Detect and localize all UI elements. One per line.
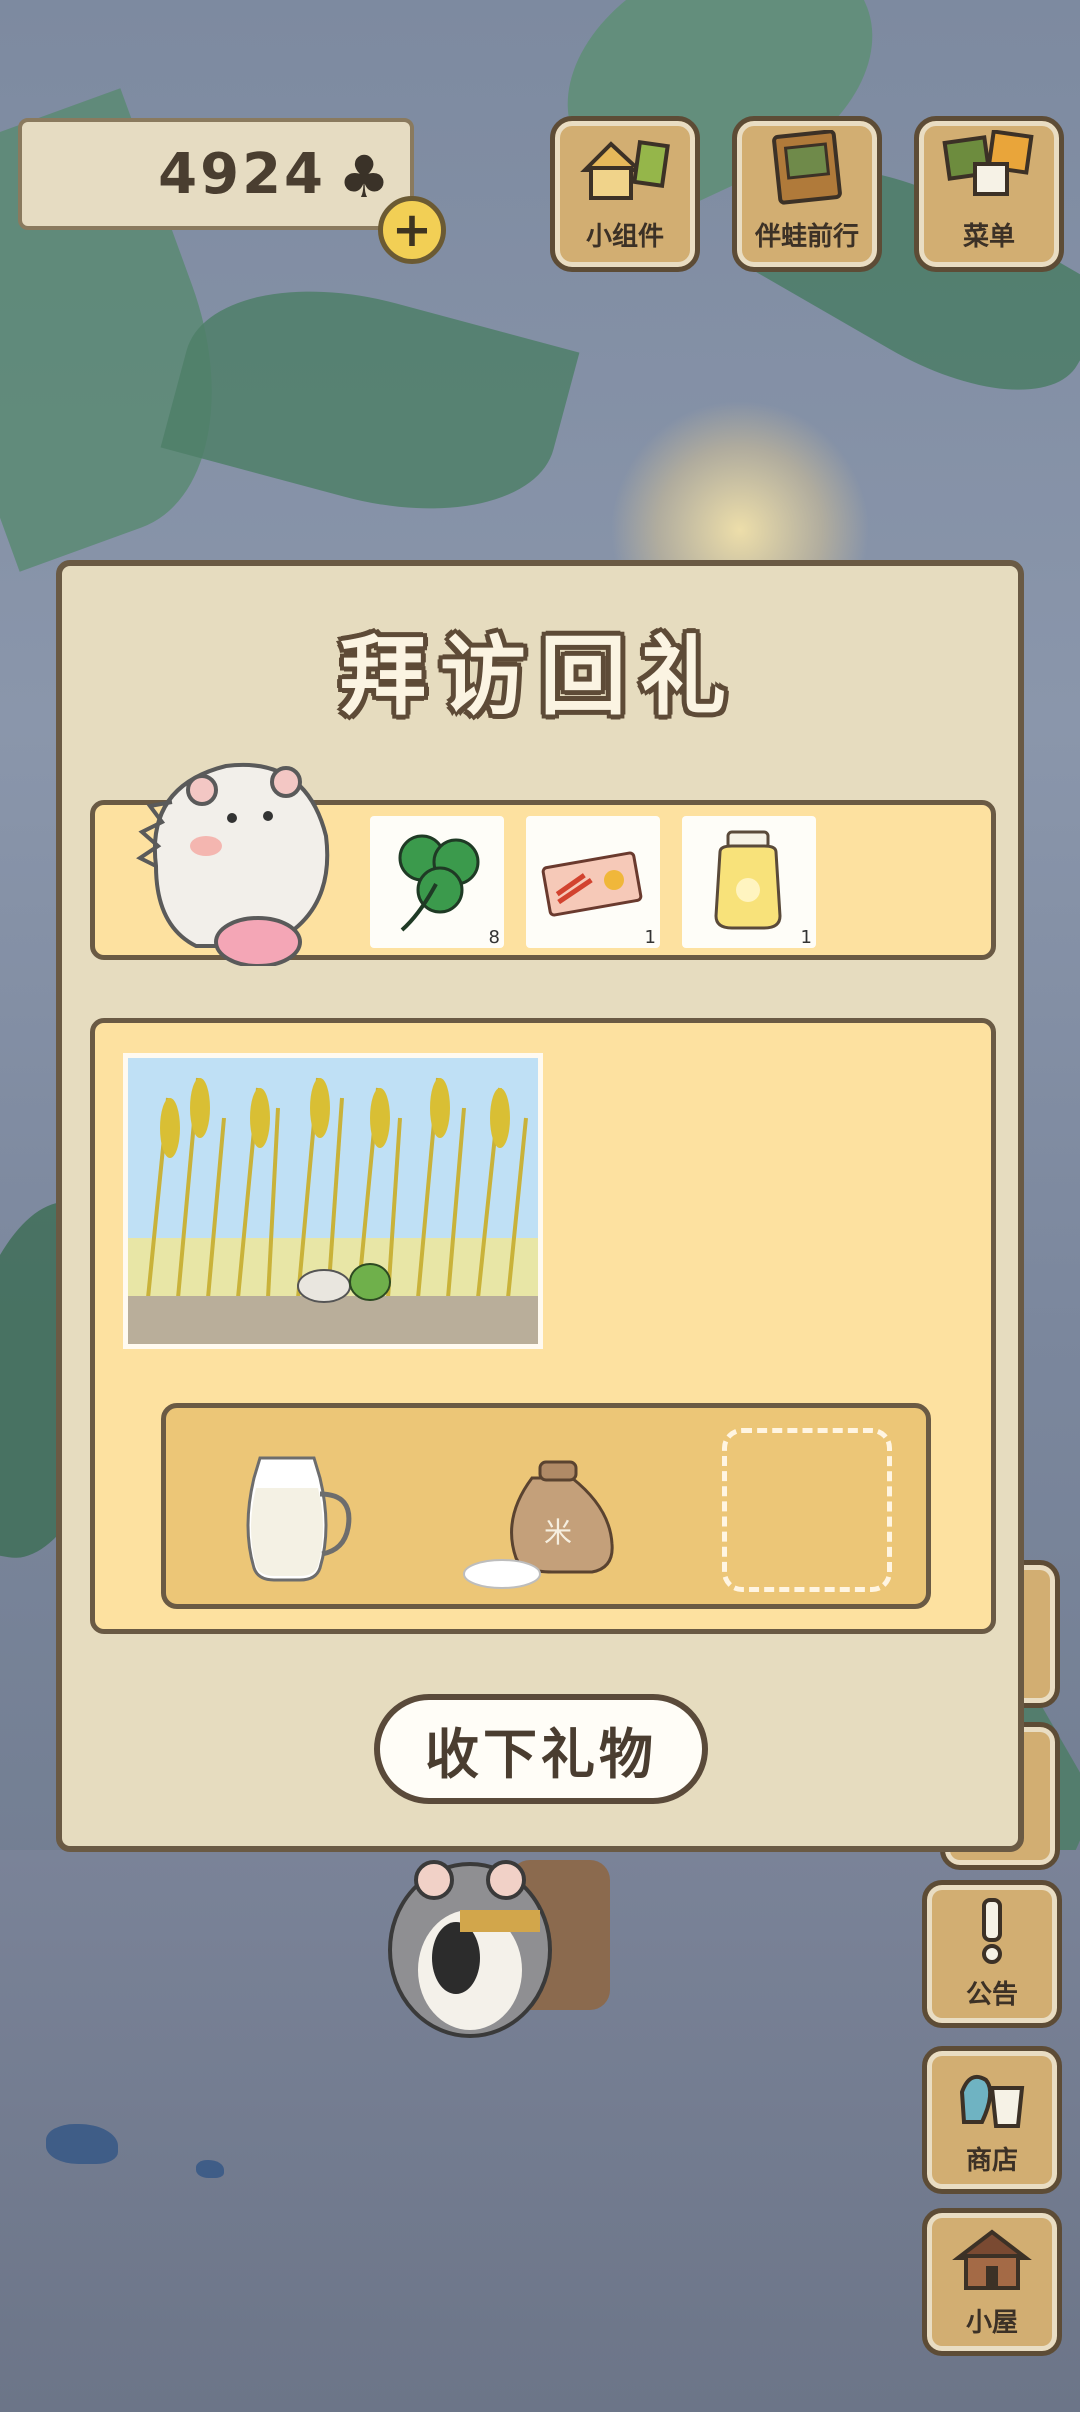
travel-with-frog-label: 伴蛙前行 (754, 222, 859, 252)
visit-return-gift-dialog: 拜访回礼 8 1 1 米 收下礼物 (56, 560, 1024, 1852)
widget-button-label: 小组件 (585, 222, 664, 252)
announcement-button[interactable]: 公告 (922, 1880, 1062, 2028)
four-leaf-clover-icon (398, 834, 480, 932)
album-icon (772, 130, 842, 205)
menu-icon (942, 130, 1034, 196)
rice-sack-icon: 米 (463, 1460, 614, 1589)
ticket-icon (541, 851, 643, 917)
menu-button[interactable]: 菜单 (914, 116, 1064, 272)
gift-item-count: 1 (800, 927, 812, 948)
gift-item-jar: 1 (682, 816, 816, 948)
widget-button[interactable]: 小组件 (550, 116, 700, 272)
add-currency-button[interactable]: + (378, 196, 446, 264)
shop-bag-icon (959, 2075, 1025, 2128)
menu-label: 菜单 (962, 222, 1015, 252)
shop-label: 商店 (965, 2146, 1018, 2176)
honey-jar-icon (714, 830, 782, 930)
gift-item-count: 8 (488, 927, 500, 948)
hamster-character (388, 1860, 610, 2038)
announcement-label: 公告 (965, 1980, 1018, 2010)
dialog-title: 拜访回礼 (340, 627, 740, 727)
widget-icon (580, 139, 670, 200)
house-icon (952, 2229, 1032, 2290)
svg-text:米: 米 (544, 1516, 572, 1549)
wheat-field-photo (123, 1053, 543, 1349)
empty-gift-slot (722, 1428, 892, 1592)
gift-item-clover: 8 (370, 816, 504, 948)
gift-item-count: 1 (644, 927, 656, 948)
house-button[interactable]: 小屋 (922, 2208, 1062, 2356)
hedgehog-visitor-icon (136, 762, 330, 966)
milk-pitcher-icon (246, 1456, 352, 1582)
shop-button[interactable]: 商店 (922, 2046, 1062, 2194)
souvenir-photo-panel: 米 (90, 1018, 996, 1634)
exclamation-icon (982, 1898, 1002, 1964)
house-label: 小屋 (965, 2308, 1018, 2338)
collect-gift-button[interactable]: 收下礼物 (374, 1694, 708, 1804)
clover-icon: ♣ (338, 143, 390, 211)
gift-item-ticket: 1 (526, 816, 660, 948)
wheat-field-illustration (128, 1058, 538, 1344)
clover-currency-display: 4924 ♣ (18, 118, 414, 230)
travel-with-frog-button[interactable]: 伴蛙前行 (732, 116, 882, 272)
currency-amount: 4924 (158, 141, 326, 207)
gift-tray: 米 (161, 1403, 931, 1609)
